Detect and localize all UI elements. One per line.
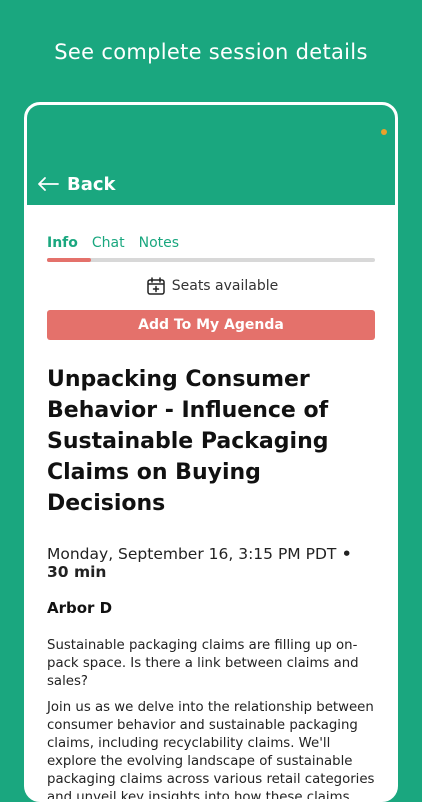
- session-title-line: Sustainable Packaging: [47, 429, 329, 454]
- tab-notes[interactable]: Notes: [139, 235, 179, 251]
- session-title-line: Unpacking Consumer: [47, 367, 310, 392]
- tab-info[interactable]: Info: [47, 235, 78, 251]
- calendar-plus-icon: [146, 277, 165, 295]
- active-tab-indicator: [47, 258, 91, 262]
- back-button[interactable]: Back: [37, 171, 116, 197]
- add-to-agenda-button[interactable]: Add To My Agenda: [47, 310, 375, 340]
- tab-track: [47, 258, 375, 262]
- app-header: Back: [27, 105, 395, 205]
- phone-frame: Back Info Chat Notes Seats available Add…: [24, 102, 398, 802]
- session-title-line: Behavior - Influence of: [47, 398, 329, 423]
- seats-label: Seats available: [171, 278, 279, 294]
- tab-bar: Info Chat Notes: [47, 233, 377, 253]
- session-detail-content: Info Chat Notes Seats available Add To M…: [47, 205, 377, 802]
- back-label: Back: [67, 173, 116, 195]
- status-indicator: [381, 129, 387, 135]
- session-title-line: Claims on Buying Decisions: [47, 460, 261, 516]
- tab-chat[interactable]: Chat: [92, 235, 125, 251]
- session-location: Arbor D: [47, 599, 113, 617]
- session-duration: 30 min: [47, 563, 107, 581]
- session-datetime: Monday, September 16, 3:15 PM PDT • 30 m…: [47, 545, 377, 581]
- session-description: Sustainable packaging claims are filling…: [47, 637, 377, 802]
- promo-heading: See complete session details: [54, 40, 368, 64]
- arrow-left-icon: [38, 177, 59, 191]
- separator: •: [336, 545, 352, 563]
- session-date: Monday, September 16, 3:15 PM PDT: [47, 545, 337, 563]
- description-paragraph: Sustainable packaging claims are filling…: [47, 638, 359, 689]
- description-paragraph: Join us as we delve into the relationshi…: [47, 700, 375, 802]
- session-title: Unpacking Consumer Behavior - Influence …: [47, 364, 377, 519]
- seats-status: Seats available: [47, 276, 377, 296]
